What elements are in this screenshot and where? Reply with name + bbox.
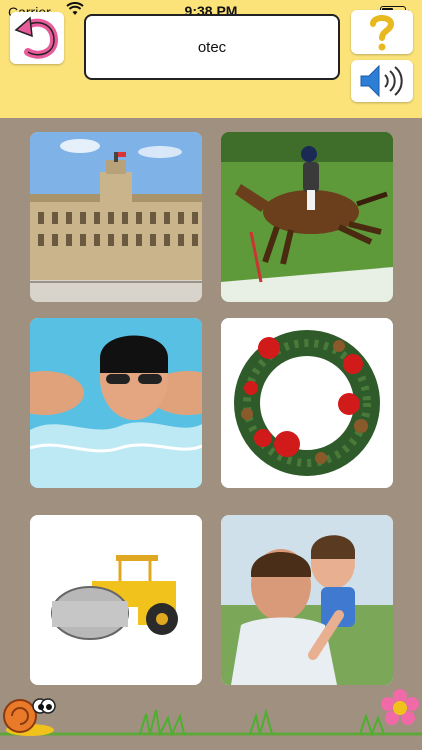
horse-rider-image[interactable] (221, 132, 393, 302)
question-mark-icon (370, 15, 395, 51)
father-son-image[interactable] (221, 515, 393, 685)
target-word: otec (197, 38, 227, 56)
word-display: otec (84, 14, 340, 80)
sound-button[interactable] (351, 60, 413, 102)
back-button[interactable] (10, 12, 64, 64)
snail-icon (3, 698, 56, 736)
top-bar: Carrier 9:38 PM otec (0, 0, 422, 118)
footer-decoration (0, 688, 422, 750)
swimmer-image[interactable] (30, 318, 202, 488)
speaker-icon (360, 64, 403, 98)
help-button[interactable] (351, 10, 413, 54)
palace-image[interactable] (30, 132, 202, 302)
wreath-image[interactable] (221, 318, 393, 488)
back-arrow-icon (14, 16, 59, 59)
flower-icon (381, 689, 419, 725)
road-roller-image[interactable] (30, 515, 202, 685)
